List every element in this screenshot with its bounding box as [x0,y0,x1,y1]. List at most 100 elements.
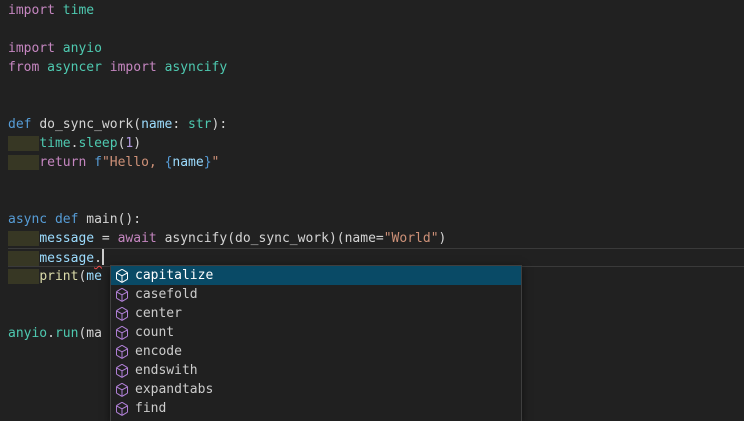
suggestion-label: casefold [135,285,198,304]
suggest-widget: capitalize casefold center count encode … [110,265,522,421]
code-token [47,212,55,227]
code-line: def do_sync_work(name: str): [8,115,744,134]
code-token: import [8,3,55,18]
symbol-method-icon [114,363,130,379]
code-token: def [8,117,31,132]
code-token [39,60,47,75]
code-token: from [8,60,39,75]
code-token: : [172,117,188,132]
code-line [8,191,744,210]
code-line: from asyncer import asyncify [8,58,744,77]
code-line: async def main(): [8,210,744,229]
code-line: import time [8,1,744,20]
code-line [8,77,744,96]
code-token: str [188,117,211,132]
code-token [157,231,165,246]
suggestion-label: expandtabs [135,380,213,399]
code-line: return f"Hello, {name}" [8,153,744,172]
code-token: . [47,326,55,341]
text-cursor [102,249,104,265]
suggestion-item-capitalize[interactable]: capitalize [111,266,521,285]
code-token: asyncify [165,231,228,246]
suggestion-item-endswith[interactable]: endswith [111,361,521,380]
code-line [8,172,744,191]
code-token: import [110,60,157,75]
code-token: asyncify [165,60,228,75]
suggestion-label: endswith [135,361,198,380]
code-token: message [39,231,94,246]
code-token: anyio [63,41,102,56]
symbol-method-icon [114,306,130,322]
symbol-method-icon [114,344,130,360]
code-token [102,60,110,75]
code-token [86,155,94,170]
code-token: anyio [8,326,47,341]
symbol-method-icon [114,382,130,398]
suggestion-item-expandtabs[interactable]: expandtabs [111,380,521,399]
code-token: time [63,3,94,18]
code-token: sleep [78,136,117,151]
code-token: asyncer [47,60,102,75]
suggestion-label: find [135,399,166,418]
code-token: message [39,251,94,266]
code-token: def [55,212,78,227]
symbol-method-icon [114,287,130,303]
code-token: = [376,231,384,246]
code-token: ) [439,231,447,246]
code-token: f [94,155,102,170]
code-token: ( [227,231,235,246]
indent-highlight [8,269,39,284]
code-token: await [118,231,157,246]
code-token [55,41,63,56]
indent-highlight [8,231,39,246]
code-token [157,60,165,75]
code-token: time [39,136,70,151]
code-token: } [204,155,212,170]
code-line: message = await asyncify(do_sync_work)(n… [8,229,744,248]
code-token: main [86,212,117,227]
code-token: ): [212,117,228,132]
code-token: return [39,155,86,170]
code-token: async [8,212,47,227]
code-editor: import timeimport anyiofrom asyncer impo… [0,0,744,421]
symbol-method-icon [114,401,130,417]
symbol-method-icon [114,325,130,341]
code-line: import anyio [8,39,744,58]
code-token: name [141,117,172,132]
code-token [55,3,63,18]
code-token: . [94,251,102,266]
code-token: import [8,41,55,56]
code-token: me [86,269,102,284]
code-token: run [55,326,78,341]
suggestion-item-casefold[interactable]: casefold [111,285,521,304]
suggestion-item-count[interactable]: count [111,323,521,342]
code-line [8,96,744,115]
code-token: " [212,155,220,170]
indent-highlight [8,136,39,151]
code-token: (): [118,212,141,227]
code-token: ( [133,117,141,132]
code-token: name [172,155,203,170]
code-token: )( [329,231,345,246]
suggestion-label: encode [135,342,182,361]
code-token: ) [133,136,141,151]
code-token: "World" [384,231,439,246]
code-line [8,20,744,39]
suggestion-label: count [135,323,174,342]
suggestion-label: capitalize [135,266,213,285]
indent-highlight [8,251,39,266]
suggestion-item-encode[interactable]: encode [111,342,521,361]
code-token: do_sync_work [235,231,329,246]
code-token: "Hello, [102,155,165,170]
symbol-method-icon [114,268,130,284]
suggestion-item-center[interactable]: center [111,304,521,323]
code-token: = [94,231,117,246]
code-token: do_sync_work [39,117,133,132]
code-token: ma [86,326,102,341]
code-line: time.sleep(1) [8,134,744,153]
indent-highlight [8,155,39,170]
suggestion-label: center [135,304,182,323]
code-token: print [39,269,78,284]
code-token: name [345,231,376,246]
suggestion-item-find[interactable]: find [111,399,521,418]
